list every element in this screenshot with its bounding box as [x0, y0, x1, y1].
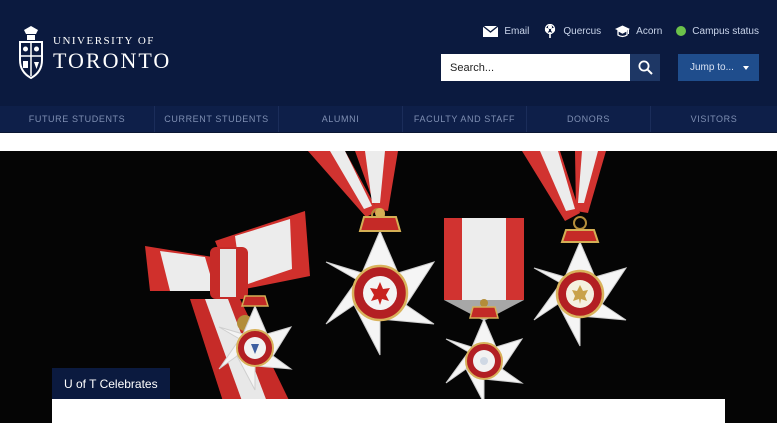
jump-to-label: Jump to...: [690, 62, 734, 73]
quercus-tree-icon: [545, 24, 556, 38]
quercus-label: Quercus: [563, 25, 602, 37]
graduation-cap-icon: [615, 25, 631, 37]
neck-ribbon-right: [522, 151, 606, 230]
header-spacer: [0, 133, 777, 151]
campus-status-link[interactable]: Campus status: [676, 26, 759, 37]
email-label: Email: [504, 25, 530, 37]
utility-links: Email Quercus Acorn Campus status: [483, 24, 759, 38]
audience-nav: FUTURE STUDENTS CURRENT STUDENTS ALUMNI …: [0, 106, 777, 133]
medal-right: [533, 229, 628, 347]
nav-item-current-students[interactable]: CURRENT STUDENTS: [155, 106, 279, 132]
campus-status-label: Campus status: [692, 25, 759, 37]
medal-small-center: [445, 306, 524, 404]
bow-ribbon-medal: [145, 211, 310, 423]
logo-line-2: TORONTO: [53, 48, 172, 73]
logo-line-1: UNIVERSITY OF: [53, 35, 155, 47]
jump-to-dropdown[interactable]: Jump to...: [678, 54, 759, 81]
status-dot-icon: [676, 26, 687, 36]
acorn-link[interactable]: Acorn: [615, 25, 662, 38]
search-input[interactable]: [441, 54, 630, 81]
university-logo[interactable]: UNIVERSITY OF TORONTO: [18, 26, 171, 80]
chevron-down-icon: [743, 66, 749, 70]
nav-item-visitors[interactable]: VISITORS: [651, 106, 777, 132]
neck-ribbon-center: [308, 151, 398, 222]
quercus-link[interactable]: Quercus: [543, 24, 601, 38]
nav-item-faculty-and-staff[interactable]: FACULTY AND STAFF: [403, 106, 527, 132]
acorn-label: Acorn: [636, 25, 663, 37]
site-header: UNIVERSITY OF TORONTO Email Quercus Acor…: [0, 0, 777, 106]
search-icon: [638, 60, 653, 75]
crest-icon: [19, 26, 43, 80]
search-button[interactable]: [630, 54, 660, 81]
hero-caption-label[interactable]: U of T Celebrates: [52, 368, 170, 399]
nav-item-future-students[interactable]: FUTURE STUDENTS: [0, 106, 155, 132]
medal-top-center: [325, 208, 436, 356]
hero-content-card: [52, 399, 725, 423]
email-link[interactable]: Email: [483, 25, 530, 37]
envelope-icon: [483, 25, 499, 37]
straight-ribbon: [444, 218, 524, 321]
nav-item-alumni[interactable]: ALUMNI: [279, 106, 403, 132]
nav-item-donors[interactable]: DONORS: [527, 106, 651, 132]
